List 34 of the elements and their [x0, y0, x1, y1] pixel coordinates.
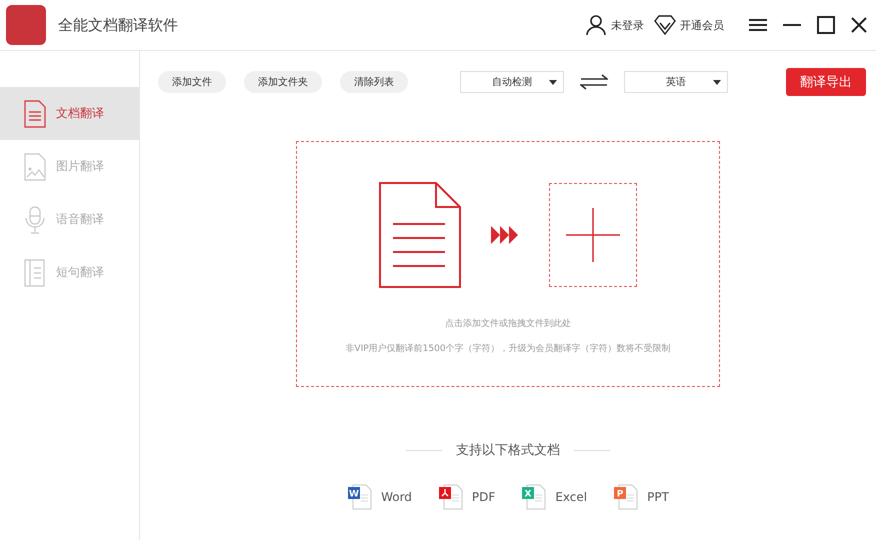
image-icon — [24, 152, 46, 180]
maximize-button[interactable] — [816, 15, 836, 35]
diamond-icon — [654, 15, 676, 35]
login-link[interactable]: 未登录 — [585, 14, 644, 36]
caret-icon — [549, 80, 557, 84]
minimize-icon — [782, 24, 802, 26]
microphone-icon — [24, 206, 46, 234]
app-logo — [6, 5, 46, 45]
format-label: PDF — [472, 490, 496, 504]
format-label: Word — [381, 490, 412, 504]
user-icon — [585, 14, 607, 36]
source-language-select[interactable]: 自动检测 — [460, 71, 564, 93]
menu-button[interactable] — [748, 17, 768, 33]
toolbar-button[interactable]: 添加文件夹 — [244, 71, 322, 93]
window-title: 全能文档翻译软件 — [58, 16, 178, 34]
arrows-icon — [491, 226, 519, 244]
toolbar-button[interactable]: 添加文件 — [158, 71, 226, 93]
toolbar-button[interactable]: 清除列表 — [340, 71, 408, 93]
formats-title: 支持以下格式文档 — [456, 442, 560, 459]
document-icon — [24, 100, 46, 128]
plus-icon — [566, 208, 620, 262]
add-file-button[interactable] — [549, 183, 637, 287]
drop-hint: 点击添加文件或拖拽文件到此处 — [445, 318, 571, 330]
vip-link[interactable]: 开通会员 — [654, 15, 724, 35]
swap-icon[interactable] — [580, 74, 608, 90]
target-language-select[interactable]: 英语 — [624, 71, 728, 93]
format-label: Excel — [555, 490, 588, 504]
close-button[interactable] — [850, 16, 868, 34]
vip-notice: 非VIP用户仅翻译前1500个字（字符），升级为会员翻译字（字符）数将不受限制 — [345, 342, 671, 355]
sidebar-item[interactable]: 文档翻译 — [0, 87, 139, 140]
notebook-icon — [24, 258, 46, 286]
export-button[interactable]: 翻译导出 — [786, 68, 866, 96]
caret-icon — [713, 80, 721, 84]
format-label: PPT — [647, 490, 669, 504]
